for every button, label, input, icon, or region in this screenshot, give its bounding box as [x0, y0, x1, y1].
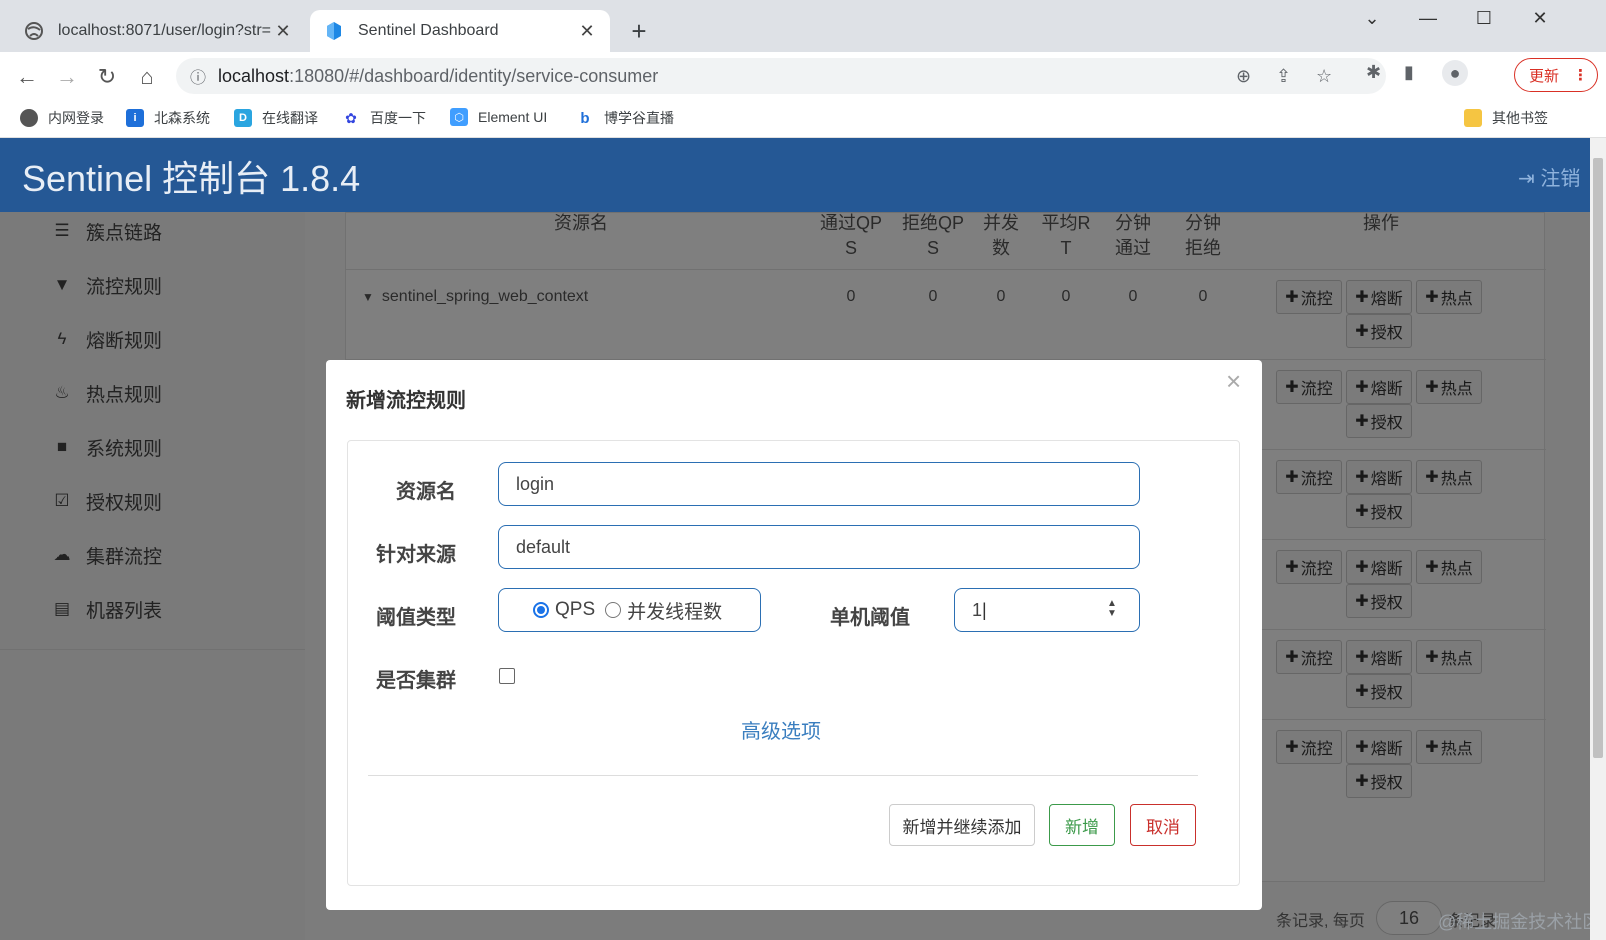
baidu-icon: ✿	[342, 109, 360, 127]
home-icon[interactable]: ⌂	[132, 62, 162, 92]
bookmark-item[interactable]: 内网登录	[20, 108, 104, 128]
element-icon: ⬡	[450, 108, 468, 126]
zoom-icon[interactable]: ⊕	[1236, 66, 1251, 87]
close-icon[interactable]: ✕	[274, 21, 292, 42]
bookmark-item[interactable]: i 北森系统	[126, 108, 210, 128]
address-bar[interactable]: ⓘ localhost:18080/#/dashboard/identity/s…	[176, 58, 1386, 94]
url-path: :18080/#/dashboard/identity/service-cons…	[289, 65, 659, 86]
bookmark-label: 内网登录	[48, 110, 104, 126]
sentinel-icon	[324, 21, 344, 41]
browser-tab-login[interactable]: localhost:8071/user/login?str= ✕	[10, 10, 306, 52]
threshold-type-group: QPS 并发线程数	[498, 588, 761, 632]
divider	[368, 775, 1198, 776]
bookmark-label: 在线翻译	[262, 110, 318, 126]
minimize-icon[interactable]: —	[1408, 8, 1448, 29]
other-bookmarks[interactable]: 其他书签	[1464, 108, 1548, 128]
advanced-options-link[interactable]: 高级选项	[741, 715, 821, 744]
update-label: 更新	[1529, 67, 1560, 85]
url-text: localhost:18080/#/dashboard/identity/ser…	[218, 66, 658, 87]
cancel-button[interactable]: 取消	[1130, 804, 1196, 846]
form-panel: 资源名 login 针对来源 default 阈值类型 QPS 并发线程数 单机…	[347, 440, 1240, 886]
text-cursor: |	[982, 599, 987, 620]
radio-checked-icon	[533, 602, 549, 618]
bookmark-label: Element UI	[478, 109, 548, 125]
brand-title: Sentinel 控制台 1.8.4	[22, 158, 361, 199]
bookmark-item[interactable]: ⬡ Element UI	[450, 108, 547, 126]
info-icon[interactable]: ⓘ	[190, 64, 206, 88]
bookmarks-bar: 内网登录 i 北森系统 D 在线翻译 ✿ 百度一下 ⬡ Element UI b 博学谷直…	[0, 100, 1606, 138]
watermark: @稀土掘金技术社区	[1438, 912, 1601, 932]
sign-out-icon: ⇥	[1518, 168, 1535, 190]
bookmark-item[interactable]: b 博学谷直播	[576, 108, 674, 128]
tab-title: Sentinel Dashboard	[358, 22, 499, 39]
bookmark-item[interactable]: D 在线翻译	[234, 108, 318, 128]
maximize-icon[interactable]: ☐	[1464, 8, 1504, 29]
add-flow-rule-dialog: 新增流控规则 × 资源名 login 针对来源 default 阈值类型 QPS…	[326, 360, 1262, 910]
folder-icon	[1464, 109, 1482, 127]
single-threshold-input[interactable]: 1 | ▲ ▼	[954, 588, 1140, 632]
bookmark-label: 其他书签	[1492, 110, 1548, 126]
app-header: Sentinel 控制台 1.8.4 ⇥ 注销	[0, 138, 1590, 212]
beisen-icon: i	[126, 109, 144, 127]
browser-tab-sentinel[interactable]: Sentinel Dashboard ✕	[310, 10, 610, 52]
origin-input[interactable]: default	[498, 525, 1140, 569]
close-icon[interactable]: ×	[1226, 366, 1241, 397]
extensions-icon[interactable]: ✱	[1366, 62, 1381, 83]
cluster-label: 是否集群	[376, 670, 456, 692]
radio-label: QPS	[555, 599, 596, 620]
logout-label: 注销	[1540, 168, 1581, 190]
radio-label: 并发线程数	[627, 601, 723, 623]
threshold-value: 1	[972, 599, 983, 620]
radio-unchecked-icon	[605, 602, 622, 618]
dialog-title: 新增流控规则	[346, 390, 466, 412]
new-tab-icon[interactable]: +	[626, 16, 652, 47]
page-scrollbar[interactable]	[1590, 138, 1606, 940]
bookmark-label: 百度一下	[370, 110, 426, 126]
add-continue-button[interactable]: 新增并继续添加	[889, 804, 1035, 846]
radio-qps[interactable]: QPS	[533, 599, 595, 621]
translate-icon: D	[234, 109, 252, 127]
close-icon[interactable]: ✕	[578, 21, 596, 42]
scrollbar-thumb[interactable]	[1593, 158, 1603, 758]
resource-input[interactable]: login	[498, 462, 1140, 506]
back-icon[interactable]: ←	[12, 62, 42, 92]
globe-icon	[20, 109, 38, 127]
chevron-down-icon[interactable]: ⌄	[1352, 8, 1392, 29]
sidepanel-icon[interactable]: ▮	[1404, 62, 1414, 83]
browser-tabbar: localhost:8071/user/login?str= ✕ Sentine…	[0, 0, 1606, 52]
window-close-icon[interactable]: ✕	[1520, 8, 1560, 29]
update-button[interactable]: 更新 ⋮	[1514, 58, 1598, 92]
origin-label: 针对来源	[376, 544, 456, 566]
bookmark-label: 博学谷直播	[604, 110, 674, 126]
bookmark-item[interactable]: ✿ 百度一下	[342, 108, 426, 128]
spinner-icon[interactable]: ▲ ▼	[1107, 599, 1117, 619]
globe-icon	[24, 21, 44, 41]
single-threshold-label: 单机阈值	[830, 607, 910, 629]
url-host: localhost	[218, 65, 290, 86]
add-button[interactable]: 新增	[1049, 804, 1115, 846]
bookmark-label: 北森系统	[154, 110, 210, 126]
profile-icon[interactable]: ●	[1442, 60, 1468, 86]
tab-title: localhost:8071/user/login?str=	[58, 22, 272, 39]
forward-icon[interactable]: →	[52, 62, 82, 92]
radio-threads[interactable]: 并发线程数	[605, 597, 722, 624]
more-icon: ⋮	[1573, 67, 1589, 84]
cluster-checkbox[interactable]	[499, 668, 515, 684]
share-icon[interactable]: ⇪	[1276, 66, 1291, 87]
reload-icon[interactable]: ↻	[92, 62, 122, 92]
star-icon[interactable]: ☆	[1316, 66, 1332, 87]
logout-link[interactable]: ⇥ 注销	[1518, 162, 1580, 191]
boxuegu-icon: b	[576, 109, 594, 127]
resource-label: 资源名	[396, 481, 456, 503]
threshold-type-label: 阈值类型	[376, 607, 456, 629]
